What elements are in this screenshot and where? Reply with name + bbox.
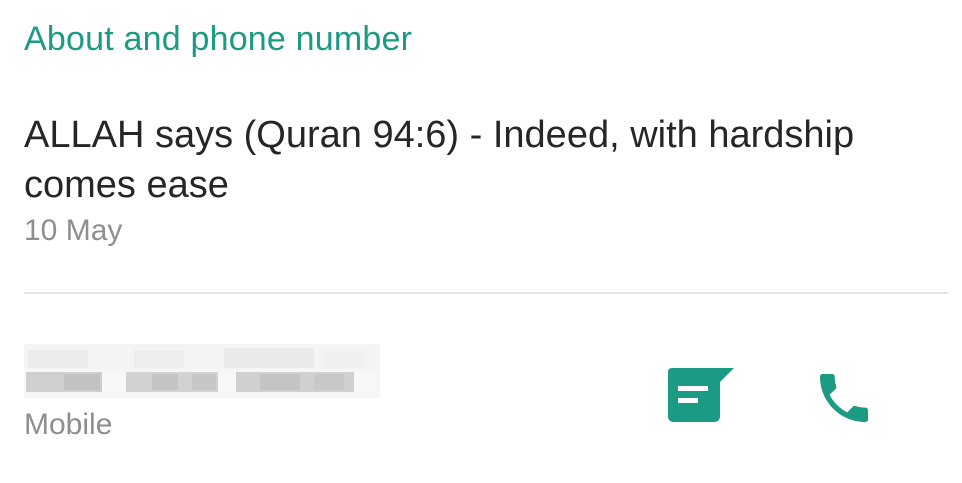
message-button[interactable] bbox=[664, 366, 736, 430]
phone-number-obscured[interactable] bbox=[24, 344, 380, 398]
about-phone-card: About and phone number ALLAH says (Quran… bbox=[0, 0, 962, 483]
message-icon bbox=[668, 368, 734, 422]
phone-type-label: Mobile bbox=[24, 408, 113, 441]
phone-icon bbox=[820, 374, 868, 422]
call-button[interactable] bbox=[808, 366, 880, 430]
section-title: About and phone number bbox=[24, 20, 413, 58]
about-status-text[interactable]: ALLAH says (Quran 94:6) - Indeed, with h… bbox=[24, 110, 954, 210]
about-date: 10 May bbox=[24, 214, 123, 247]
divider bbox=[24, 292, 948, 294]
